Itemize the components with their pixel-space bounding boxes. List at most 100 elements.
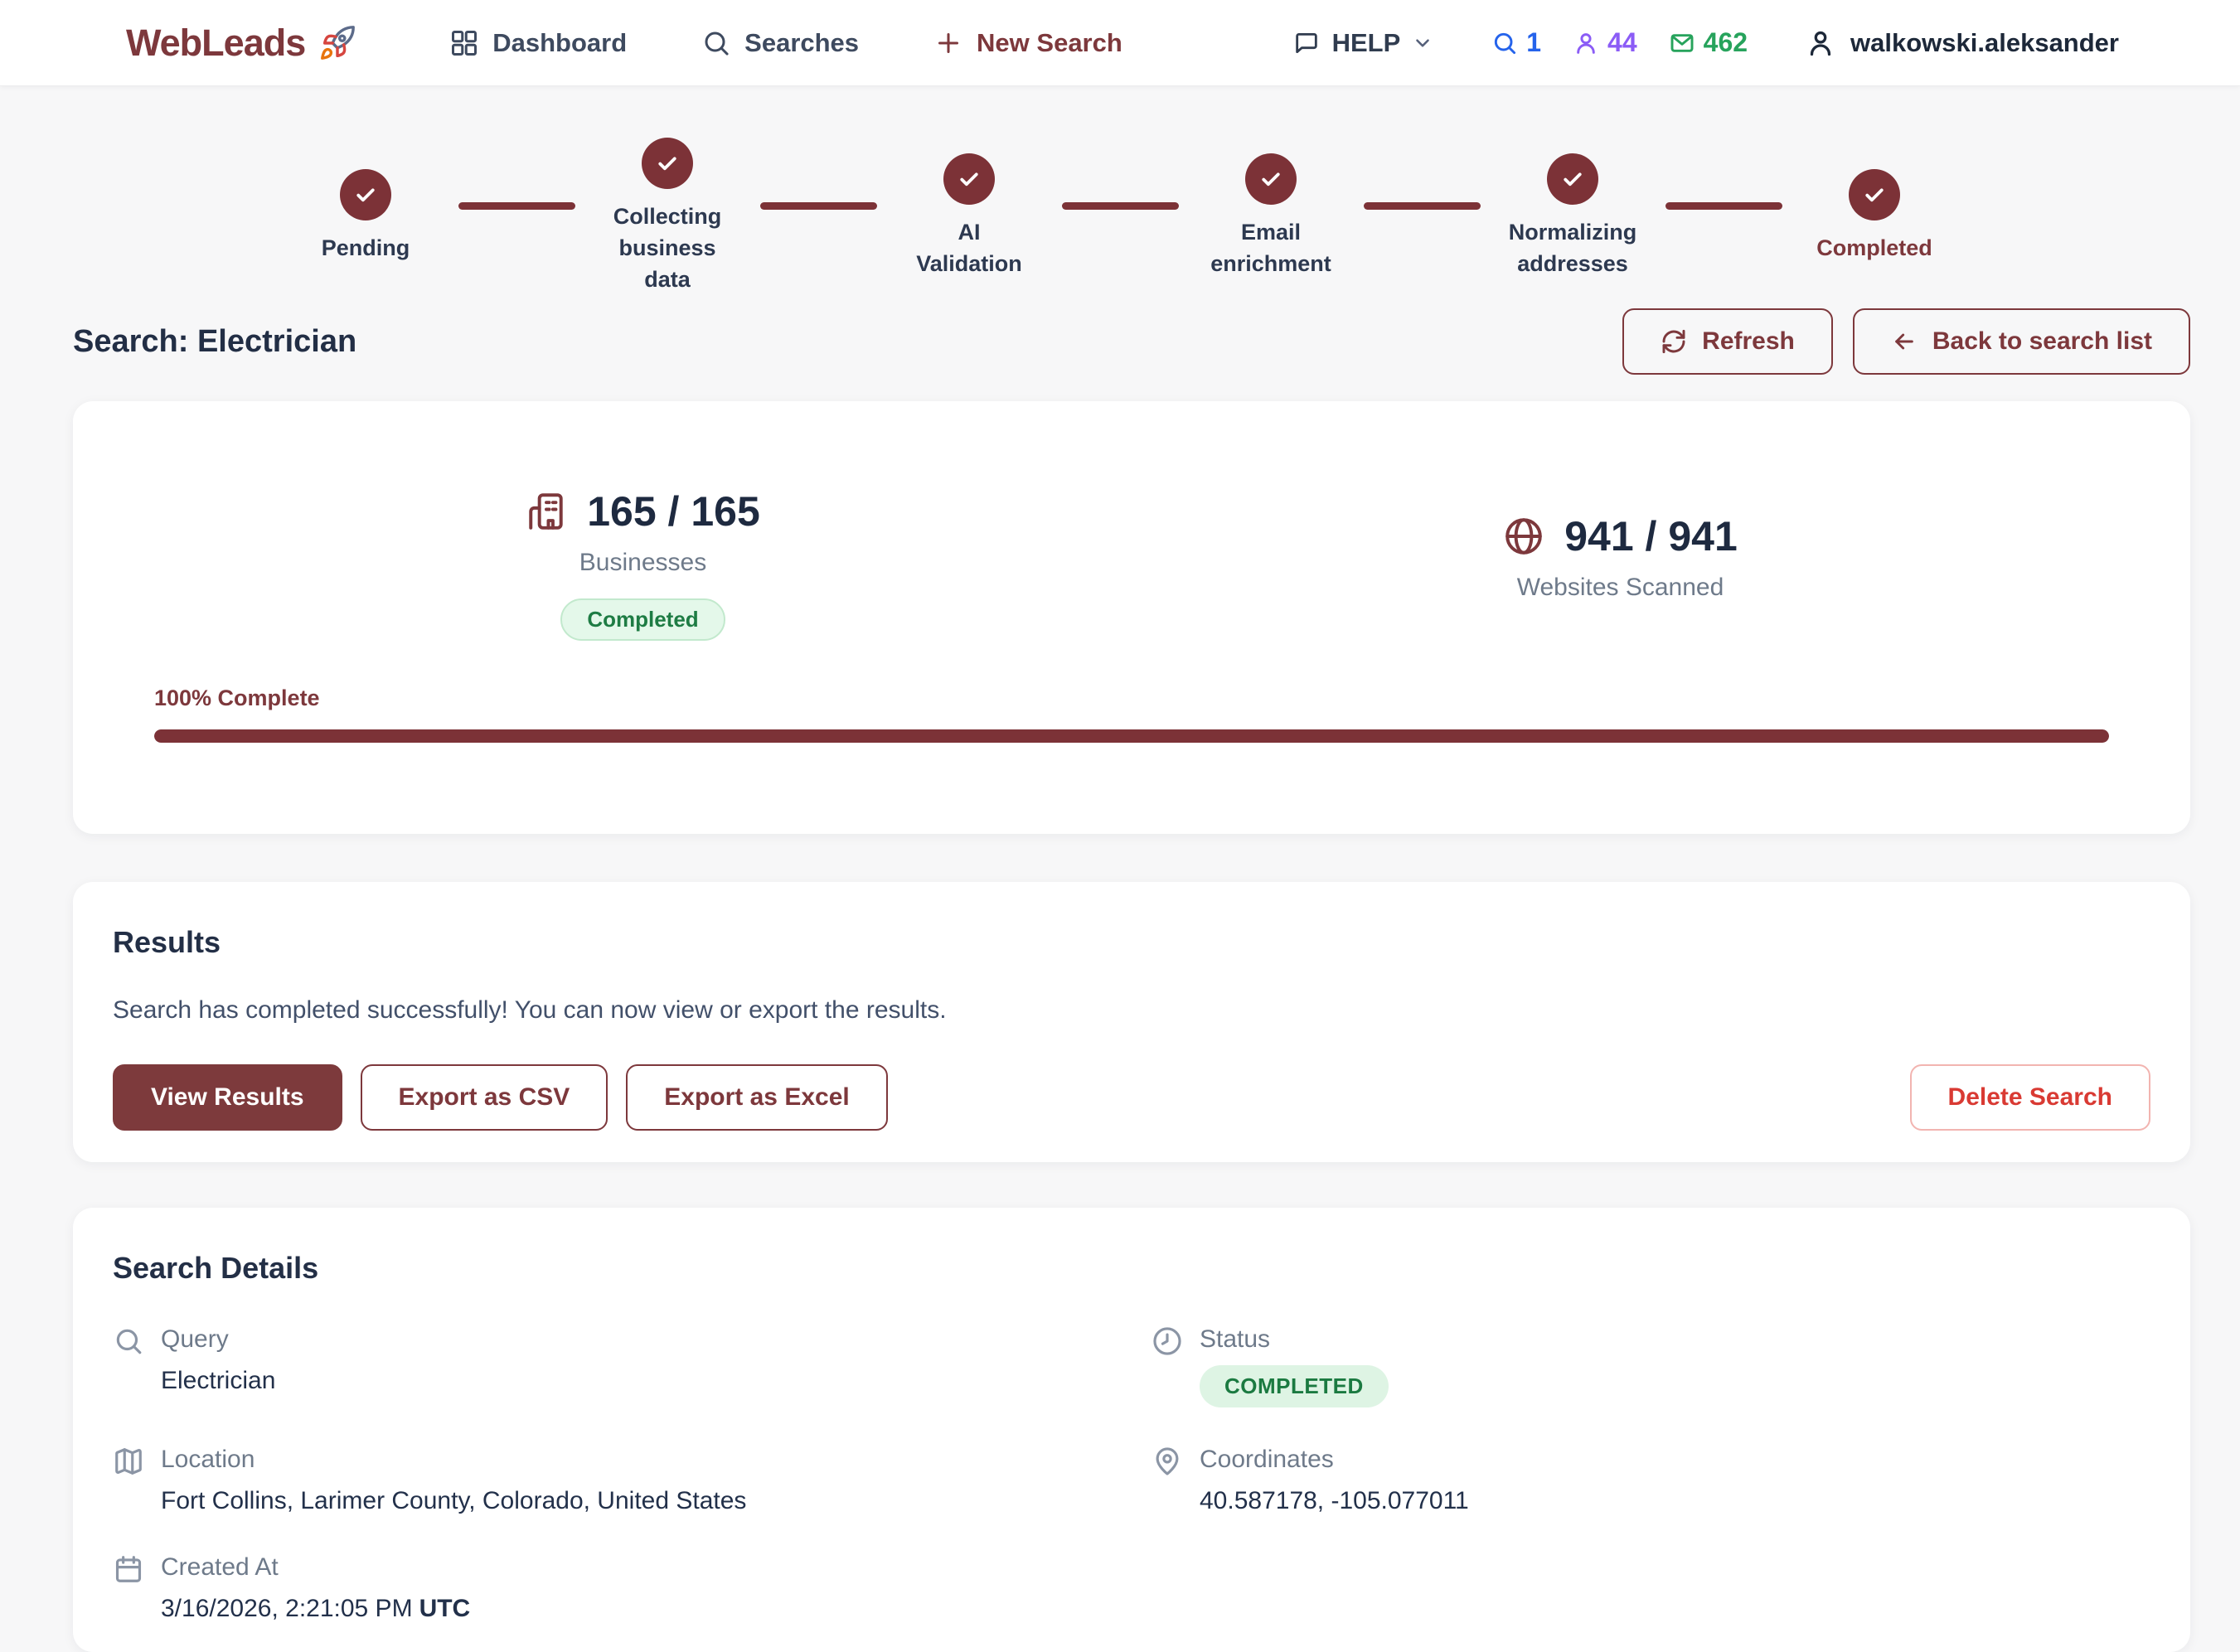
websites-count-row: 941 / 941	[1503, 512, 1738, 560]
help-label: HELP	[1332, 28, 1401, 58]
stepper-connector	[1062, 202, 1179, 210]
created-at-label: Created At	[161, 1553, 470, 1582]
search-icon	[1491, 30, 1518, 56]
map-pin-icon	[1152, 1446, 1183, 1477]
step-check-circle	[1547, 153, 1598, 205]
step-label: AI Validation	[916, 216, 1022, 279]
brand-name: WebLeads	[126, 22, 305, 65]
location-label: Location	[161, 1446, 746, 1474]
search-details-card: Search Details Query Electrician Status …	[73, 1208, 2190, 1652]
step-label: Completed	[1816, 232, 1932, 264]
businesses-count: 165 / 165	[587, 487, 760, 535]
step-label: Collecting business data	[595, 201, 740, 295]
main-navigation: Dashboard Searches New Search	[449, 28, 1122, 58]
chat-bubble-icon	[1292, 29, 1321, 57]
back-to-search-list-button[interactable]: Back to search list	[1853, 308, 2190, 375]
detail-coordinates: Coordinates 40.587178, -105.077011	[1152, 1446, 2150, 1515]
step-label: Pending	[322, 232, 410, 264]
check-icon	[1862, 182, 1887, 207]
user-icon	[1806, 28, 1835, 58]
step-label: Email enrichment	[1210, 216, 1331, 279]
check-icon	[1560, 167, 1585, 191]
view-results-button[interactable]: View Results	[113, 1064, 342, 1131]
nav-label-dashboard: Dashboard	[492, 28, 627, 58]
detail-status: Status COMPLETED	[1152, 1325, 2150, 1407]
stepper-connector	[458, 202, 575, 210]
person-icon	[1573, 30, 1599, 56]
progress-bar	[154, 729, 2109, 743]
globe-icon	[1503, 516, 1544, 557]
detail-query: Query Electrician	[113, 1325, 1152, 1407]
email-counter-value: 462	[1704, 27, 1748, 58]
results-message: Search has completed successfully! You c…	[113, 996, 2150, 1025]
nav-item-searches[interactable]: Searches	[701, 28, 859, 58]
map-icon	[113, 1446, 144, 1477]
people-counter[interactable]: 44	[1573, 27, 1637, 58]
query-label: Query	[161, 1325, 275, 1354]
stepper-connector	[1364, 202, 1481, 210]
progress-summary-card: 165 / 165 Businesses Completed 941 / 941…	[73, 401, 2190, 834]
people-counter-value: 44	[1607, 27, 1637, 58]
search-icon	[701, 28, 731, 58]
stepper-step-completed: Completed	[1802, 169, 1947, 264]
stepper-step-pending: Pending	[293, 169, 439, 264]
step-check-circle	[642, 138, 693, 189]
check-icon	[1258, 167, 1283, 191]
calendar-icon	[113, 1553, 144, 1585]
detail-created-at: Created At 3/16/2026, 2:21:05 PMUTC	[113, 1553, 1152, 1623]
detail-location: Location Fort Collins, Larimer County, C…	[113, 1446, 1152, 1515]
businesses-status-badge: Completed	[560, 598, 725, 641]
step-check-circle	[1849, 169, 1900, 220]
nav-item-new-search[interactable]: New Search	[933, 28, 1122, 58]
refresh-button[interactable]: Refresh	[1622, 308, 1833, 375]
progress-percent-label: 100% Complete	[154, 686, 2109, 711]
search-counter[interactable]: 1	[1491, 27, 1541, 58]
created-at-value: 3/16/2026, 2:21:05 PMUTC	[161, 1595, 470, 1623]
username: walkowski.aleksander	[1850, 28, 2119, 58]
search-icon	[113, 1325, 144, 1357]
page-header-actions: Refresh Back to search list	[1622, 308, 2190, 375]
stats-row: 165 / 165 Businesses Completed 941 / 941…	[154, 487, 2109, 641]
search-counter-value: 1	[1526, 27, 1541, 58]
user-menu[interactable]: walkowski.aleksander	[1806, 28, 2119, 58]
nav-label-searches: Searches	[744, 28, 859, 58]
websites-stat: 941 / 941 Websites Scanned	[1132, 512, 2109, 641]
step-label: Normalizing addresses	[1509, 216, 1637, 279]
rocket-icon	[318, 24, 356, 62]
stepper-step-ai-validation: AI Validation	[897, 153, 1042, 279]
businesses-label: Businesses	[579, 549, 706, 577]
top-navigation-bar: WebLeads Dashboard Searches	[0, 0, 2240, 86]
progress-bar-fill	[154, 729, 2109, 743]
results-actions: View Results Export as CSV Export as Exc…	[113, 1064, 2150, 1131]
stepper-step-collecting: Collecting business data	[595, 138, 740, 295]
chevron-down-icon	[1412, 32, 1433, 54]
email-counter[interactable]: 462	[1669, 27, 1748, 58]
businesses-count-row: 165 / 165	[526, 487, 760, 535]
stepper-step-normalizing: Normalizing addresses	[1501, 153, 1646, 279]
stepper-step-email-enrichment: Email enrichment	[1199, 153, 1344, 279]
check-icon	[957, 167, 982, 191]
brand-logo[interactable]: WebLeads	[126, 22, 356, 65]
back-label: Back to search list	[1932, 327, 2152, 356]
building-icon	[526, 491, 567, 532]
coordinates-label: Coordinates	[1200, 1446, 1469, 1474]
help-menu[interactable]: HELP	[1292, 28, 1434, 58]
created-at-datetime: 3/16/2026, 2:21:05 PM	[161, 1595, 413, 1622]
step-check-circle	[340, 169, 391, 220]
check-icon	[655, 151, 680, 176]
page-title: Search: Electrician	[73, 324, 356, 360]
coordinates-value: 40.587178, -105.077011	[1200, 1487, 1469, 1515]
export-csv-button[interactable]: Export as CSV	[361, 1064, 608, 1131]
refresh-icon	[1661, 328, 1687, 355]
results-card: Results Search has completed successfull…	[73, 882, 2190, 1162]
businesses-stat: 165 / 165 Businesses Completed	[154, 487, 1132, 641]
nav-item-dashboard[interactable]: Dashboard	[449, 28, 627, 58]
refresh-label: Refresh	[1702, 327, 1795, 356]
search-details-title: Search Details	[113, 1251, 2150, 1286]
step-check-circle	[943, 153, 995, 205]
results-title: Results	[113, 925, 2150, 960]
export-excel-button[interactable]: Export as Excel	[626, 1064, 887, 1131]
delete-search-button[interactable]: Delete Search	[1910, 1064, 2150, 1131]
dashboard-grid-icon	[449, 28, 479, 58]
nav-label-new-search: New Search	[977, 28, 1122, 58]
